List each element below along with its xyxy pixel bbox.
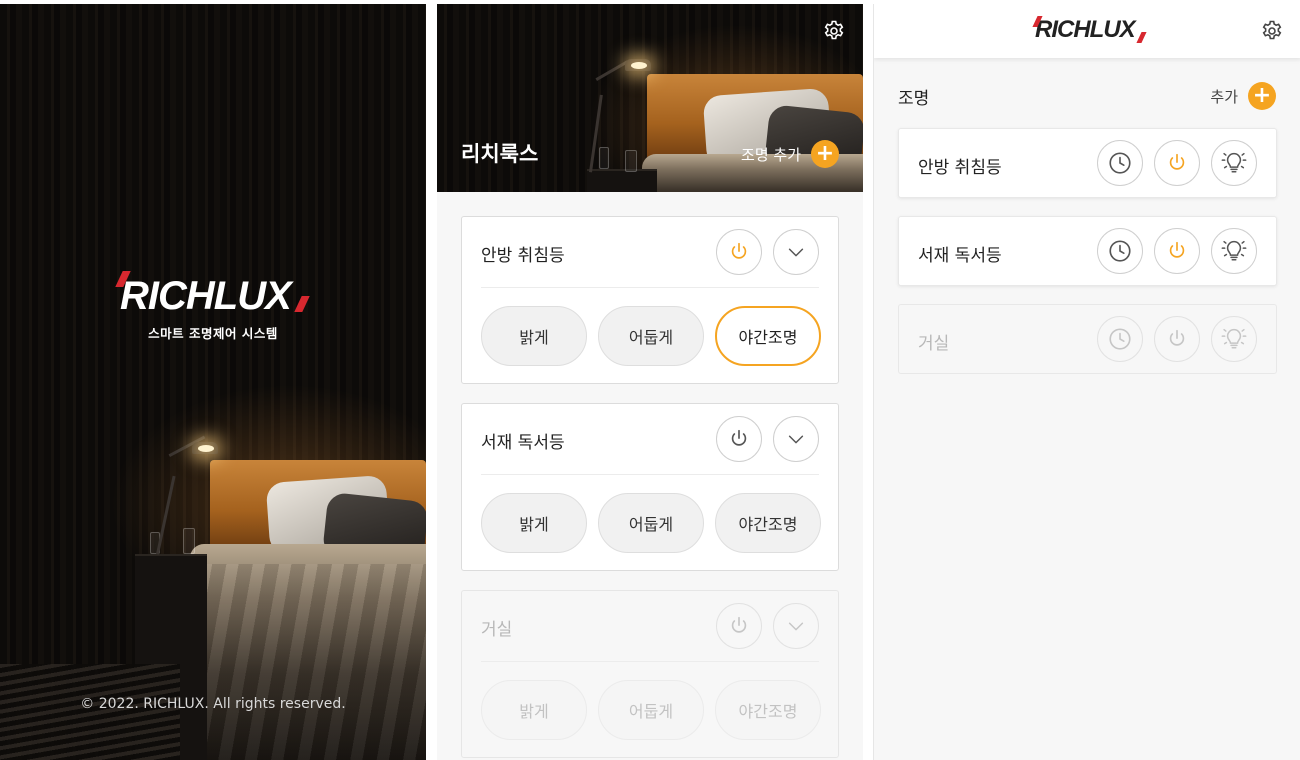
mode-button[interactable]: 어둡게 (598, 306, 704, 366)
settings-button[interactable] (821, 18, 847, 44)
power-button[interactable] (1154, 228, 1200, 274)
plus-icon: + (1248, 82, 1276, 110)
light-card: 안방 취침등 (898, 128, 1277, 198)
section-title: 조명 (898, 89, 930, 109)
power-icon (1166, 328, 1188, 350)
chevron-down-icon (785, 615, 807, 637)
light-card: 서재 독서등밝게 어둡게 야간조명 (461, 403, 839, 571)
power-button[interactable] (716, 229, 762, 275)
light-name: 거실 (481, 620, 513, 640)
light-name: 안방 취침등 (481, 246, 565, 266)
light-card: 거실밝게 어둡게 야간조명 (461, 590, 839, 758)
bulb-icon (1220, 237, 1248, 265)
power-button[interactable] (716, 603, 762, 649)
chevron-down-icon (785, 428, 807, 450)
power-icon (1166, 152, 1188, 174)
power-icon (728, 241, 750, 263)
brightness-button[interactable] (1211, 140, 1257, 186)
mode-button[interactable]: 밝게 (481, 493, 587, 553)
clock-icon (1107, 238, 1133, 264)
mode-button[interactable]: 밝게 (481, 680, 587, 740)
splash-screen: RICHLUX 스마트 조명제어 시스템 © 2022. RICHLUX. Al… (0, 4, 426, 760)
tagline: 스마트 조명제어 시스템 (148, 326, 278, 341)
timer-button[interactable] (1097, 316, 1143, 362)
power-icon (1166, 240, 1188, 262)
bulb-icon (1220, 149, 1248, 177)
mode-button[interactable]: 야간조명 (715, 306, 821, 366)
timer-button[interactable] (1097, 228, 1143, 274)
timer-button[interactable] (1097, 140, 1143, 186)
hero-banner: 리치룩스 조명 추가 + (437, 4, 863, 192)
chevron-down-icon (785, 241, 807, 263)
light-name: 안방 취침등 (918, 158, 1002, 178)
light-name: 서재 독서등 (481, 433, 565, 453)
copyright-text: © 2022. RICHLUX. All rights reserved. (80, 696, 346, 712)
bulb-icon (1220, 325, 1248, 353)
lights-screen: 리치룩스 조명 추가 + 안방 취침등 밝게 어둡게 야간조명 서재 독서등 밝게 어둡게 야… (437, 4, 863, 760)
mode-button[interactable]: 어둡게 (598, 680, 704, 740)
add-light-label: 조명 추가 (741, 145, 801, 164)
richlux-logo: RICHLUX (115, 271, 310, 319)
bedroom-background-image (0, 4, 426, 760)
lights-compact-screen: RICHLUX 조명 추가 + 안방 취침등서재 독서등거실 (873, 4, 1300, 760)
add-light-label: 추가 (1210, 87, 1238, 106)
gear-icon (824, 20, 844, 40)
gear-icon (1262, 20, 1282, 40)
power-icon (728, 428, 750, 450)
mode-button[interactable]: 야간조명 (715, 493, 821, 553)
expand-button[interactable] (773, 416, 819, 462)
divider (481, 287, 819, 288)
plus-icon: + (811, 140, 839, 168)
mode-button[interactable]: 야간조명 (715, 680, 821, 740)
power-button[interactable] (1154, 140, 1200, 186)
divider (481, 661, 819, 662)
add-light-button[interactable]: 추가 + (1210, 82, 1276, 110)
light-name: 거실 (918, 334, 950, 354)
app-title: 리치룩스 (461, 142, 539, 166)
expand-button[interactable] (773, 229, 819, 275)
light-card: 안방 취침등밝게 어둡게 야간조명 (461, 216, 839, 384)
power-button[interactable] (716, 416, 762, 462)
brightness-button[interactable] (1211, 228, 1257, 274)
clock-icon (1107, 150, 1133, 176)
expand-button[interactable] (773, 603, 819, 649)
power-icon (728, 615, 750, 637)
mode-button[interactable]: 밝게 (481, 306, 587, 366)
brightness-button[interactable] (1211, 316, 1257, 362)
divider (481, 474, 819, 475)
settings-button[interactable] (1259, 18, 1285, 44)
add-light-button[interactable]: 조명 추가 + (741, 140, 839, 168)
top-bar: RICHLUX (874, 4, 1300, 58)
power-button[interactable] (1154, 316, 1200, 362)
clock-icon (1107, 326, 1133, 352)
light-card: 서재 독서등 (898, 216, 1277, 286)
richlux-logo: RICHLUX (1032, 16, 1147, 44)
light-name: 서재 독서등 (918, 246, 1002, 266)
light-card: 거실 (898, 304, 1277, 374)
mode-button[interactable]: 어둡게 (598, 493, 704, 553)
